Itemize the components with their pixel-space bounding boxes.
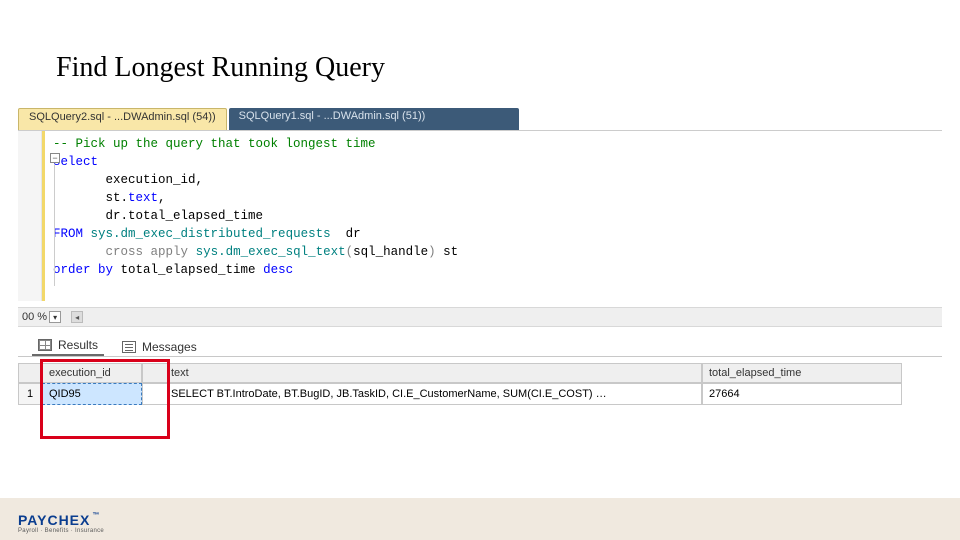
fold-guide-line bbox=[54, 164, 55, 286]
col-header-execution-id[interactable]: execution_id bbox=[42, 363, 142, 383]
editor-tab-active[interactable]: SQLQuery2.sql - ...DWAdmin.sql (54)) bbox=[18, 108, 227, 130]
zoom-strip: 00 % ▾ ◂ bbox=[18, 307, 942, 327]
col-header-text[interactable]: text bbox=[142, 363, 702, 383]
zoom-dropdown-icon[interactable]: ▾ bbox=[49, 311, 61, 323]
tab-results-label: Results bbox=[58, 338, 98, 352]
tab-messages-label: Messages bbox=[142, 340, 197, 354]
cell-text[interactable]: SELECT BT.IntroDate, BT.BugID, JB.TaskID… bbox=[142, 383, 702, 405]
cell-total-elapsed-time[interactable]: 27664 bbox=[702, 383, 902, 405]
slide-title: Find Longest Running Query bbox=[56, 52, 385, 84]
trademark-icon: ™ bbox=[92, 512, 100, 519]
table-row[interactable]: 1 QID95 SELECT BT.IntroDate, BT.BugID, J… bbox=[18, 383, 942, 405]
editor-tab-inactive[interactable]: SQLQuery1.sql - ...DWAdmin.sql (51)) bbox=[229, 108, 519, 130]
ssms-panel: SQLQuery2.sql - ...DWAdmin.sql (54)) SQL… bbox=[18, 108, 942, 405]
tab-messages[interactable]: Messages bbox=[116, 338, 203, 356]
row-number[interactable]: 1 bbox=[18, 383, 42, 405]
zoom-level[interactable]: 00 % bbox=[22, 311, 47, 323]
editor-gutter bbox=[18, 131, 42, 301]
grid-icon bbox=[38, 339, 52, 351]
output-tab-strip: Results Messages bbox=[18, 333, 942, 357]
grid-header-row: execution_id text total_elapsed_time bbox=[18, 363, 942, 383]
hscroll-left-icon[interactable]: ◂ bbox=[71, 311, 83, 323]
col-header-total-elapsed-time[interactable]: total_elapsed_time bbox=[702, 363, 902, 383]
slide-footer bbox=[0, 498, 960, 540]
cell-execution-id[interactable]: QID95 bbox=[42, 383, 142, 405]
sql-code[interactable]: -- Pick up the query that took longest t… bbox=[45, 131, 942, 301]
results-grid[interactable]: execution_id text total_elapsed_time 1 Q… bbox=[18, 363, 942, 405]
sql-editor[interactable]: − -- Pick up the query that took longest… bbox=[18, 130, 942, 301]
row-header-corner bbox=[18, 363, 42, 383]
brand-name: PAYCHEX bbox=[18, 512, 90, 528]
fold-toggle-icon[interactable]: − bbox=[50, 153, 60, 163]
editor-tab-strip: SQLQuery2.sql - ...DWAdmin.sql (54)) SQL… bbox=[18, 108, 942, 130]
messages-icon bbox=[122, 341, 136, 353]
brand-logo: PAYCHEX™ Payroll · Benefits · Insurance bbox=[18, 512, 104, 534]
brand-tagline: Payroll · Benefits · Insurance bbox=[18, 528, 104, 534]
tab-results[interactable]: Results bbox=[32, 336, 104, 356]
